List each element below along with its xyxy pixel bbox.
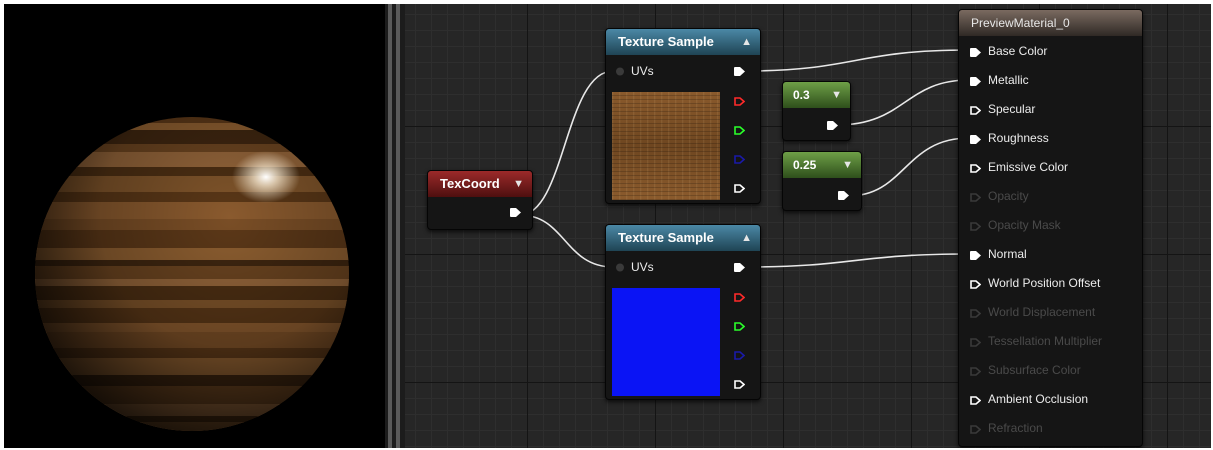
- material-pin-roughness[interactable]: [970, 135, 981, 144]
- collapse-down-icon[interactable]: ▼: [842, 152, 853, 178]
- material-pin-specular[interactable]: [970, 106, 981, 115]
- wire-texcoord-to-sample2: [519, 214, 614, 268]
- material-pin-label: Ambient Occlusion: [988, 392, 1089, 406]
- collapse-up-icon[interactable]: ▲: [741, 225, 752, 251]
- material-pin-label: Specular: [988, 102, 1036, 116]
- rgb-output-pin[interactable]: [734, 67, 745, 76]
- node-title: PreviewMaterial_0: [971, 16, 1070, 30]
- material-pin-label: Normal: [988, 247, 1027, 261]
- material-pin-subsurface-color: [970, 367, 981, 376]
- material-header[interactable]: PreviewMaterial_0: [959, 10, 1142, 36]
- texcoord-node[interactable]: TexCoord ▼: [427, 170, 533, 230]
- material-pin-ambient-occlusion[interactable]: [970, 396, 981, 405]
- material-pin-label: Refraction: [988, 421, 1043, 435]
- b-output-pin[interactable]: [734, 155, 745, 164]
- material-pin-tessellation-multiplier: [970, 338, 981, 347]
- preview-material-node[interactable]: PreviewMaterial_0 Base Color Metallic Spec…: [958, 9, 1143, 447]
- texcoord-header[interactable]: TexCoord ▼: [428, 171, 532, 197]
- a-output-pin[interactable]: [734, 184, 745, 193]
- collapse-down-icon[interactable]: ▼: [831, 82, 842, 108]
- wood-grain-band: [24, 104, 364, 111]
- uvs-label: UVs: [631, 64, 654, 78]
- uvs-input-pin[interactable]: [615, 263, 626, 272]
- wood-texture-preview: [612, 92, 720, 200]
- material-pin-world-position-offset[interactable]: [970, 280, 981, 289]
- material-pin-label: Base Color: [988, 44, 1048, 58]
- material-pin-normal[interactable]: [970, 251, 981, 260]
- wire-metallic: [836, 79, 970, 126]
- node-title: Texture Sample: [618, 34, 714, 49]
- uvs-label: UVs: [631, 260, 654, 274]
- r-output-pin[interactable]: [734, 293, 745, 302]
- wood-grain-band: [24, 442, 364, 448]
- material-pin-label: Opacity Mask: [988, 218, 1061, 232]
- g-output-pin[interactable]: [734, 126, 745, 135]
- material-pin-metallic[interactable]: [970, 77, 981, 86]
- uvs-input-pin[interactable]: [615, 67, 626, 76]
- material-pin-opacity-mask: [970, 222, 981, 231]
- material-pin-opacity: [970, 193, 981, 202]
- panel-splitter[interactable]: [385, 4, 405, 448]
- b-output-pin[interactable]: [734, 351, 745, 360]
- constant-output-pin[interactable]: [838, 191, 849, 200]
- texture-sample-node-1[interactable]: Texture Sample ▲ UVs: [605, 28, 761, 204]
- rgb-output-pin[interactable]: [734, 263, 745, 272]
- material-pin-refraction: [970, 425, 981, 434]
- r-output-pin[interactable]: [734, 97, 745, 106]
- collapse-down-icon[interactable]: ▼: [513, 171, 524, 197]
- material-pin-label: Subsurface Color: [988, 363, 1081, 377]
- material-preview-viewport[interactable]: [4, 4, 385, 448]
- material-graph-canvas[interactable]: TexCoord ▼ Texture Sample ▲ UVs Texture …: [405, 4, 1211, 448]
- material-pin-label: Opacity: [988, 189, 1029, 203]
- material-pin-label: Metallic: [988, 73, 1029, 87]
- constant-header[interactable]: 0.3 ▼: [783, 82, 850, 108]
- wire-texcoord-to-sample1: [519, 70, 614, 216]
- constant-roughness-node[interactable]: 0.25 ▼: [782, 151, 862, 211]
- node-title: TexCoord: [440, 176, 500, 191]
- material-pin-world-displacement: [970, 309, 981, 318]
- material-pin-label: Tessellation Multiplier: [988, 334, 1103, 348]
- constant-value: 0.25: [793, 158, 817, 172]
- normal-texture-preview: [612, 288, 720, 396]
- texcoord-output-pin[interactable]: [510, 208, 521, 217]
- material-pin-label: Roughness: [988, 131, 1049, 145]
- wire-roughness: [847, 137, 970, 197]
- material-pin-label: World Position Offset: [988, 276, 1101, 290]
- material-pin-emissive-color[interactable]: [970, 164, 981, 173]
- constant-output-pin[interactable]: [827, 121, 838, 130]
- texture-sample-node-2[interactable]: Texture Sample ▲ UVs: [605, 224, 761, 400]
- material-pin-base-color[interactable]: [970, 48, 981, 57]
- constant-metallic-node[interactable]: 0.3 ▼: [782, 81, 851, 141]
- texture-sample-header[interactable]: Texture Sample ▲: [606, 29, 760, 55]
- constant-value: 0.3: [793, 88, 810, 102]
- constant-header[interactable]: 0.25 ▼: [783, 152, 861, 178]
- wire-sample2-to-normal: [743, 253, 970, 268]
- material-pin-label: Emissive Color: [988, 160, 1069, 174]
- a-output-pin[interactable]: [734, 380, 745, 389]
- splitter-handle[interactable]: [396, 4, 400, 448]
- preview-sphere: [24, 104, 364, 448]
- wire-sample1-to-basecolor: [743, 49, 970, 72]
- node-title: Texture Sample: [618, 230, 714, 245]
- wood-grain-band: [24, 435, 364, 443]
- material-pin-label: World Displacement: [988, 305, 1096, 319]
- texture-sample-header[interactable]: Texture Sample ▲: [606, 225, 760, 251]
- splitter-handle[interactable]: [388, 4, 392, 448]
- g-output-pin[interactable]: [734, 322, 745, 331]
- collapse-up-icon[interactable]: ▲: [741, 29, 752, 55]
